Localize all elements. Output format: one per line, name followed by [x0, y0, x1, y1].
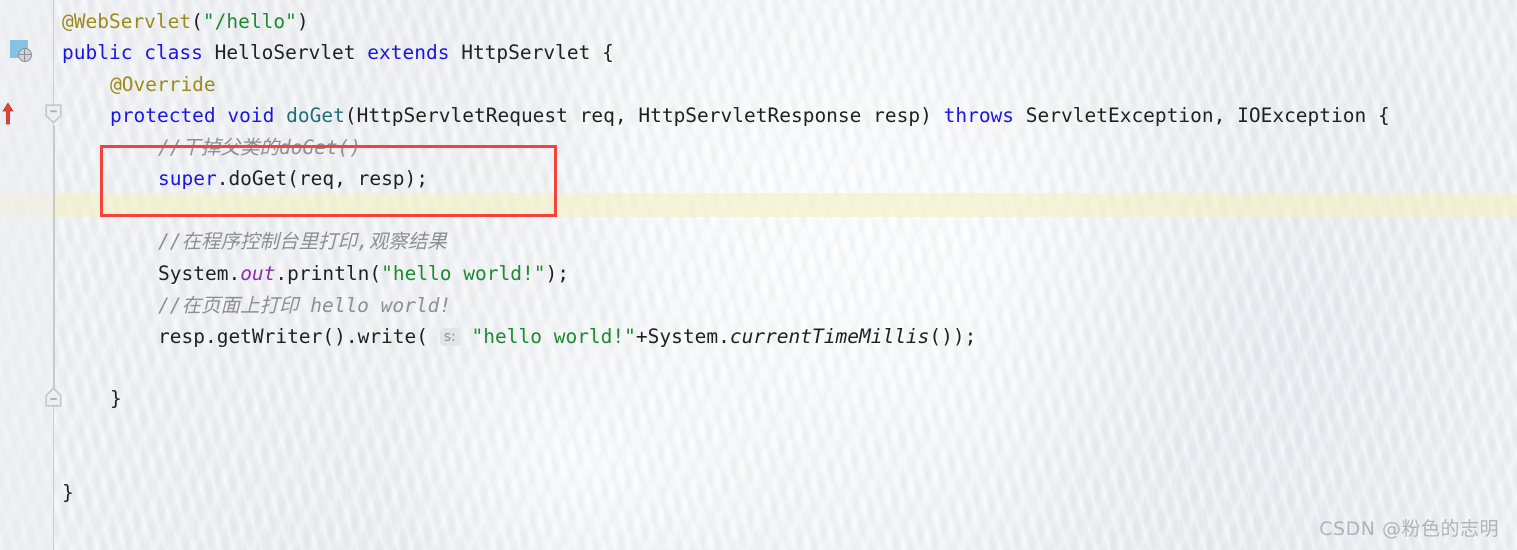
- code-token: //在程序控制台里打印,观察结果: [158, 230, 447, 253]
- code-token: HttpServlet {: [449, 41, 614, 64]
- code-line[interactable]: @WebServlet("/hello"): [62, 6, 309, 38]
- code-token: (: [191, 10, 203, 33]
- code-token: @Override: [110, 73, 216, 96]
- code-token: );: [545, 262, 569, 285]
- code-token: .println(: [275, 262, 382, 285]
- code-line[interactable]: }: [110, 383, 122, 415]
- code-token: resp.getWriter().write(: [158, 325, 440, 348]
- code-token: (HttpServletRequest req, HttpServletResp…: [344, 104, 944, 127]
- code-token: void: [227, 104, 275, 127]
- parameter-hint: s:: [439, 328, 460, 346]
- code-token: "hello world!": [381, 262, 546, 285]
- code-token: "/hello": [202, 10, 297, 33]
- code-token: }: [62, 481, 74, 504]
- code-token: HelloServlet: [202, 41, 368, 64]
- code-line[interactable]: //在页面上打印 hello world!: [158, 290, 451, 322]
- code-token: //在页面上打印 hello world!: [158, 294, 452, 317]
- code-token: throws: [943, 104, 1015, 127]
- code-token: }: [110, 387, 122, 410]
- code-token: extends: [367, 41, 450, 64]
- code-token: protected: [110, 104, 216, 127]
- code-token: public: [62, 41, 133, 64]
- code-token: System.: [158, 262, 241, 285]
- code-line[interactable]: public class HelloServlet extends HttpSe…: [62, 37, 614, 69]
- code-token: @WebServlet: [62, 10, 192, 33]
- csdn-watermark: CSDN @粉色的志明: [1319, 518, 1499, 540]
- code-token: currentTimeMillis: [729, 325, 930, 348]
- code-token: out: [240, 262, 276, 285]
- code-line[interactable]: protected void doGet(HttpServletRequest …: [110, 100, 1390, 132]
- code-token: +System.: [635, 325, 730, 348]
- code-line[interactable]: //在程序控制台里打印,观察结果: [158, 226, 447, 258]
- code-token: ): [296, 10, 309, 33]
- code-token: doGet: [286, 104, 345, 127]
- red-annotation-box: [100, 145, 557, 217]
- code-line[interactable]: resp.getWriter().write( s: "hello world!…: [158, 321, 976, 353]
- code-line[interactable]: @Override: [110, 69, 216, 101]
- code-token: ServletException, IOException {: [1014, 104, 1390, 127]
- editor-screenshot: @WebServlet("/hello") public class HelloS…: [0, 0, 1517, 550]
- code-token: ());: [929, 325, 977, 348]
- code-content[interactable]: @WebServlet("/hello") public class HelloS…: [0, 0, 1517, 550]
- code-line[interactable]: System.out.println("hello world!");: [158, 258, 569, 290]
- code-token: "hello world!": [471, 325, 636, 348]
- code-line[interactable]: }: [62, 477, 74, 509]
- code-token: class: [144, 41, 203, 64]
